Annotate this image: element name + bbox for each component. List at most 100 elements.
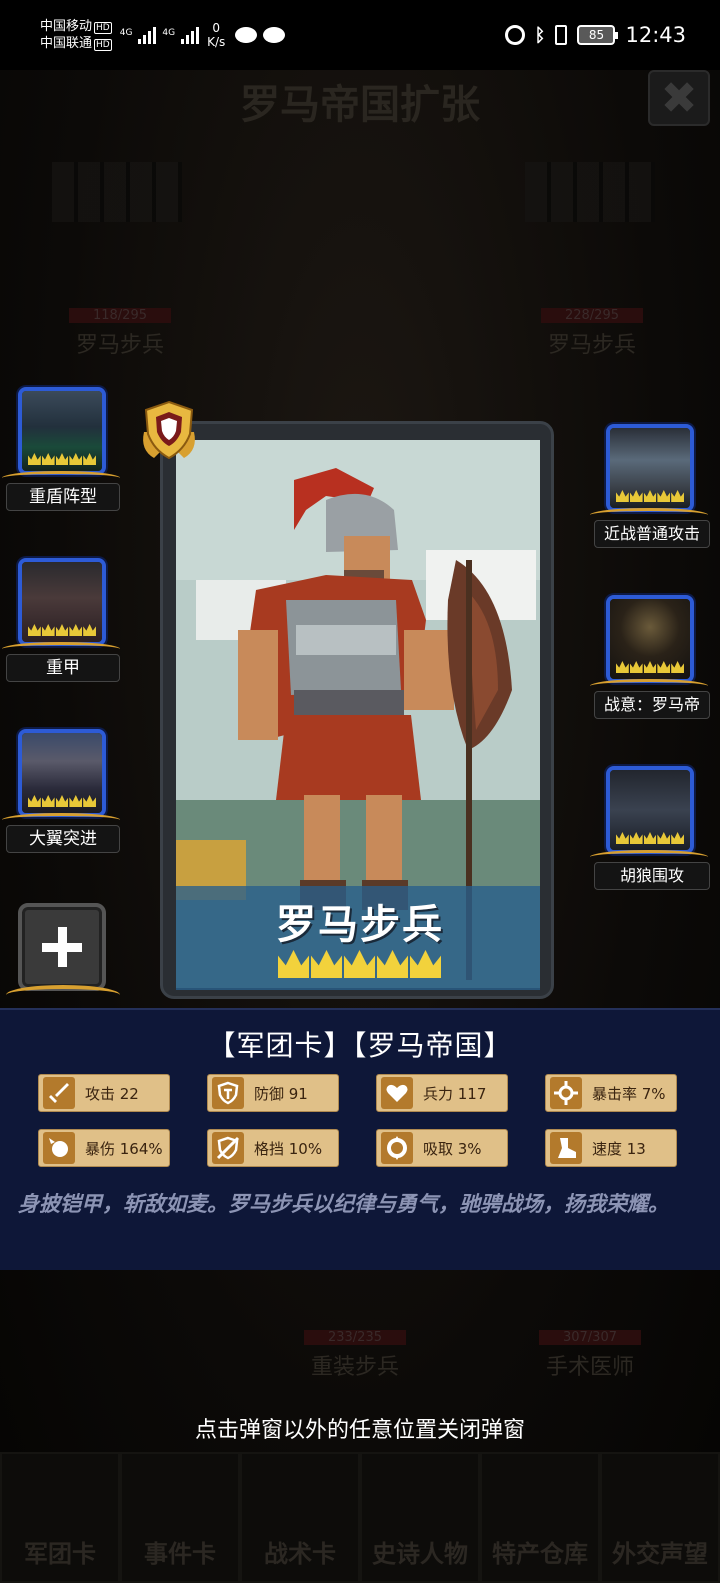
skill-label: 战意：罗马帝: [594, 691, 710, 719]
skill-label: 胡狼围攻: [594, 862, 710, 890]
unit-description: 身披铠甲，斩敌如麦。罗马步兵以纪律与勇气，驰骋战场，扬我荣耀。: [18, 1192, 669, 1216]
tab-epic-figures[interactable]: 史诗人物: [360, 1452, 480, 1583]
unit-tags: 【军团卡】【罗马帝国】: [207, 1029, 513, 1062]
stat-label: 攻击 22: [85, 1084, 139, 1103]
unit-hp: 228/295: [540, 308, 643, 323]
shield-icon: [212, 1077, 244, 1109]
star-rating: [616, 661, 684, 675]
stat-label: 吸取 3%: [423, 1139, 482, 1158]
carrier-1: 中国移动: [40, 19, 93, 34]
sword-icon: [43, 1077, 75, 1109]
star-rating: [278, 950, 442, 980]
carrier-2: 中国联通: [40, 36, 93, 51]
heavy-armor-icon: [18, 558, 106, 646]
tab-diplomacy[interactable]: 外交声望: [600, 1452, 720, 1583]
unit-hp: 307/307: [538, 1330, 641, 1345]
star-rating: [28, 624, 96, 638]
stat-crit-damage: 暴伤 164%: [38, 1129, 170, 1167]
tab-event-cards[interactable]: 事件卡: [120, 1452, 240, 1583]
stat-troops: 兵力 117: [376, 1074, 508, 1112]
signal-strength-icon: [181, 26, 200, 44]
shield-badge-icon: [143, 400, 195, 460]
bg-unit-card: 118/295 罗马步兵: [40, 300, 200, 359]
bg-card-slots: [525, 162, 655, 222]
hd-badge: HD: [94, 39, 112, 51]
bg-unit-card: 228/295 罗马步兵: [512, 300, 672, 359]
star-rating: [28, 453, 96, 467]
clock: 12:43: [625, 23, 686, 47]
war-spirit-icon: [606, 595, 694, 683]
star-rating: [28, 795, 96, 809]
message-icon: [263, 27, 286, 43]
tab-tactic-cards[interactable]: 战术卡: [240, 1452, 360, 1583]
bluetooth-icon: ᛒ: [534, 24, 546, 46]
stat-label: 格挡 10%: [254, 1139, 323, 1158]
unit-name: 罗马步兵: [75, 333, 164, 358]
bg-unit-card: 233/235 重装步兵: [285, 1322, 425, 1381]
stat-label: 兵力 117: [423, 1084, 487, 1103]
tab-specialty-storage[interactable]: 特产仓库: [480, 1452, 600, 1583]
unit-info-panel: 【军团卡】【罗马帝国】 攻击 22 防御 91 兵力 117 暴击率 7% 暴伤…: [0, 1008, 720, 1270]
heart-icon: [381, 1077, 413, 1109]
unit-hp: 233/235: [303, 1330, 406, 1345]
stat-crit-rate: 暴击率 7%: [545, 1074, 677, 1112]
skill-label: 近战普通攻击: [594, 520, 710, 548]
shield-wall-icon: [18, 387, 106, 475]
close-hint: 点击弹窗以外的任意位置关闭弹窗: [194, 1418, 525, 1443]
star-rating: [616, 490, 684, 504]
add-slot-glow: [6, 985, 120, 1005]
speed-unit: K/s: [207, 35, 226, 49]
drain-icon: [381, 1132, 413, 1164]
skill-slot-melee-attack[interactable]: 近战普通攻击: [588, 424, 710, 554]
page-title: 罗马帝国扩张: [240, 82, 480, 128]
hd-badge: HD: [94, 22, 112, 34]
status-bar: 中国移动 HD 中国联通 HD 4G 4G 0 K/s ᛒ 85 12:43: [0, 0, 720, 70]
star-rating: [616, 832, 684, 846]
stat-speed: 速度 13: [545, 1129, 677, 1167]
stat-attack: 攻击 22: [38, 1074, 170, 1112]
notification-icons: [235, 27, 286, 43]
unit-hp: 118/295: [68, 308, 171, 323]
close-button[interactable]: ✖: [648, 70, 710, 126]
skill-slot-shield-wall[interactable]: 重盾阵型: [0, 387, 120, 517]
wechat-icon: [235, 27, 258, 43]
alarm-icon: [504, 25, 525, 45]
signal-icons: 4G 4G: [119, 26, 200, 44]
burst-icon: [43, 1132, 75, 1164]
tab-legion-cards[interactable]: 军团卡: [0, 1452, 120, 1583]
signal-strength-icon: [138, 26, 157, 44]
network-type: 4G: [162, 28, 176, 38]
stat-label: 防御 91: [254, 1084, 308, 1103]
wing-charge-icon: [18, 729, 106, 817]
skill-slot-heavy-armor[interactable]: 重甲: [0, 558, 120, 688]
skill-slot-jackal-siege[interactable]: 胡狼围攻: [588, 766, 710, 896]
stat-label: 速度 13: [592, 1139, 646, 1158]
block-icon: [212, 1132, 244, 1164]
network-speed: 0 K/s: [207, 21, 225, 49]
bottom-nav: 军团卡 事件卡 战术卡 史诗人物 特产仓库 外交声望: [0, 1452, 720, 1583]
unit-name: 手术医师: [545, 1355, 634, 1380]
network-type: 4G: [119, 28, 133, 38]
stats-grid: 攻击 22 防御 91 兵力 117 暴击率 7% 暴伤 164% 格挡 10%…: [38, 1074, 688, 1167]
bg-card-slots: [52, 162, 182, 222]
stat-drain: 吸取 3%: [376, 1129, 508, 1167]
stat-defense: 防御 91: [207, 1074, 339, 1112]
add-skill-button[interactable]: [18, 903, 106, 991]
jackal-siege-icon: [606, 766, 694, 854]
unit-name: 罗马步兵: [547, 333, 636, 358]
skill-slot-war-spirit[interactable]: 战意：罗马帝: [588, 595, 710, 725]
unit-name: 罗马步兵: [276, 902, 444, 948]
skill-label: 重甲: [6, 654, 120, 682]
unit-name: 重装步兵: [310, 1355, 399, 1380]
speed-value: 0: [212, 21, 221, 35]
boot-icon: [550, 1132, 582, 1164]
stat-label: 暴击率 7%: [592, 1084, 666, 1103]
skill-slot-wing-charge[interactable]: 大翼突进: [0, 729, 120, 859]
unit-card: 罗马步兵: [160, 421, 554, 999]
stat-label: 暴伤 164%: [85, 1139, 163, 1158]
skill-label: 重盾阵型: [6, 483, 120, 511]
melee-attack-icon: [606, 424, 694, 512]
skill-label: 大翼突进: [6, 825, 120, 853]
carrier-info: 中国移动 HD 中国联通 HD: [40, 18, 112, 52]
crosshair-icon: [550, 1077, 582, 1109]
